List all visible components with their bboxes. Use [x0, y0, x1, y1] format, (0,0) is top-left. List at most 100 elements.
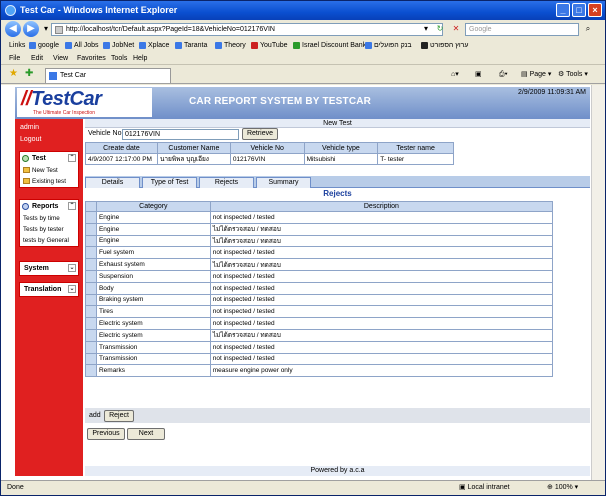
column-header: Vehicle No [229, 142, 305, 154]
add-favorites-icon[interactable]: ✚ [25, 68, 33, 79]
minimize-button[interactable]: _ [556, 3, 570, 17]
collapse-icon[interactable]: ⌃ [68, 202, 76, 210]
link-xplace[interactable]: Xplace [139, 39, 169, 52]
table-row[interactable]: Braking system not inspected / tested [85, 293, 554, 307]
link-youtube[interactable]: YouTube [251, 39, 288, 52]
table-cell: not inspected / tested [209, 211, 554, 224]
column-header: Description [209, 201, 554, 212]
tab-rejects[interactable]: Rejects [199, 177, 254, 188]
ie-icon [5, 5, 16, 16]
page-menu[interactable]: ▤ Page ▾ [521, 69, 551, 81]
row-selector[interactable] [85, 246, 97, 260]
expand-icon[interactable]: ⌄ [68, 285, 76, 293]
row-selector[interactable] [85, 352, 97, 366]
logout-link[interactable]: Logout [20, 136, 41, 143]
link-taranta[interactable]: Taranta [175, 39, 207, 52]
row-selector[interactable] [85, 281, 97, 295]
url-input[interactable]: http://localhost/tcr/Default.aspx?PageId… [51, 23, 443, 36]
menu-favorites[interactable]: Favorites [77, 52, 106, 65]
menu-file[interactable]: File [9, 52, 20, 65]
next-button[interactable]: Next [127, 428, 165, 440]
url-dropdown-icon[interactable]: ▾ [421, 23, 431, 36]
table-cell: Fuel system [95, 246, 211, 260]
menu-edit[interactable]: Edit [31, 52, 43, 65]
row-selector[interactable] [85, 211, 97, 224]
table-row[interactable]: Fuel system not inspected / tested [85, 246, 554, 260]
row-selector[interactable] [85, 305, 97, 319]
table-row[interactable]: Engine not inspected / tested [85, 211, 554, 224]
table-row[interactable]: Suspension not inspected / tested [85, 269, 554, 283]
link-theory[interactable]: Theory [215, 39, 246, 52]
table-row[interactable]: Tires not inspected / tested [85, 305, 554, 319]
logo-tagline: The Ultimate Car Inspection [33, 110, 95, 116]
row-selector[interactable] [85, 293, 97, 307]
reject-button[interactable]: Reject [104, 410, 134, 422]
search-input[interactable]: Google [465, 23, 579, 36]
menu-tools[interactable]: Tools [111, 52, 127, 65]
row-selector[interactable] [85, 317, 97, 330]
menu-help[interactable]: Help [133, 52, 147, 65]
user-name: admin [20, 124, 40, 131]
sidebar-item-tests-by-tester[interactable]: Tests by tester [20, 224, 78, 235]
history-dropdown-icon[interactable]: ▾ [41, 23, 51, 36]
previous-button[interactable]: Previous [87, 428, 125, 440]
link-sport-channel[interactable]: ערוץ הספורט [421, 39, 468, 52]
translation-panel-header[interactable]: Translation ⌄ [20, 283, 78, 296]
print-icon[interactable]: ⎙▾ [499, 69, 508, 81]
link-israel-discount-bank[interactable]: Israel Discount Bank [293, 39, 366, 52]
tab-summary[interactable]: Summary [256, 177, 311, 188]
refresh-icon[interactable]: ↻ [435, 23, 445, 36]
add-reject-bar: add Reject [85, 408, 590, 423]
table-row[interactable]: Exhaust system ไม่ได้ตรวจสอบ / ทดสอบ [85, 258, 554, 271]
maximize-button[interactable]: □ [572, 3, 586, 17]
retrieve-button[interactable]: Retrieve [242, 128, 278, 140]
table-row[interactable]: Remarks measure engine power only [85, 364, 554, 378]
stop-icon[interactable]: ✕ [451, 23, 461, 36]
table-row[interactable]: Electric system ไม่ได้ตรวจสอบ / ทดสอบ [85, 328, 554, 342]
row-selector[interactable] [85, 222, 97, 236]
sidebar-item-tests-by-time[interactable]: Tests by time [20, 213, 78, 224]
link-google[interactable]: google [29, 39, 59, 52]
close-button[interactable]: × [588, 3, 602, 17]
reports-panel-header[interactable]: Reports ⌃ [20, 200, 78, 213]
home-icon[interactable]: ⌂▾ [451, 69, 459, 81]
test-panel-header[interactable]: Test ⌃ [20, 152, 78, 165]
sidebar-item-tests-by-general[interactable]: tests by General [20, 235, 78, 246]
row-selector[interactable] [85, 328, 97, 342]
back-button[interactable]: ◀ [5, 21, 21, 37]
table-row[interactable]: Engine ไม่ได้ตรวจสอบ / ทดสอบ [85, 222, 554, 236]
row-selector[interactable] [85, 364, 97, 378]
feeds-icon[interactable]: ▣ [475, 69, 482, 81]
table-row[interactable]: Electric system not inspected / tested [85, 317, 554, 330]
favorites-star-icon[interactable]: ★ [9, 68, 18, 79]
table-row[interactable]: Engine ไม่ได้ตรวจสอบ / ทดสอบ [85, 234, 554, 248]
table-row[interactable]: Transmission not inspected / tested [85, 340, 554, 354]
sidebar-item-existing-test[interactable]: Existing test [20, 176, 78, 187]
search-icon[interactable]: ⌕ [583, 23, 593, 36]
zoom-control[interactable]: ⊕ 100% ▾ [547, 481, 578, 495]
tab-type-of-test[interactable]: Type of Test [142, 177, 197, 188]
row-selector[interactable] [85, 269, 97, 283]
vertical-scrollbar[interactable] [591, 85, 605, 480]
table-cell: 4/9/2007 12:17:00 PM [85, 153, 158, 165]
tools-menu[interactable]: ⚙ Tools ▾ [558, 69, 588, 81]
table-row[interactable]: Body not inspected / tested [85, 281, 554, 295]
forward-button[interactable]: ▶ [23, 21, 39, 37]
tab-details[interactable]: Details [85, 177, 140, 188]
table-row[interactable]: Transmission not inspected / tested [85, 352, 554, 366]
collapse-icon[interactable]: ⌃ [68, 154, 76, 162]
row-selector[interactable] [85, 340, 97, 354]
add-label: add [89, 412, 101, 419]
menu-view[interactable]: View [53, 52, 68, 65]
link-all-jobs[interactable]: All Jobs [65, 39, 99, 52]
sidebar-item-new-test[interactable]: New Test [20, 165, 78, 176]
link-bank-hapoalim[interactable]: בנק הפועלים [365, 39, 412, 52]
vehicle-no-input[interactable]: 012176VIN [122, 129, 239, 140]
tab-test-car[interactable]: Test Car [45, 68, 171, 83]
system-panel-header[interactable]: System ⌄ [20, 262, 78, 275]
row-selector[interactable] [85, 258, 97, 271]
table-cell: not inspected / tested [209, 340, 554, 354]
expand-icon[interactable]: ⌄ [68, 264, 76, 272]
row-selector[interactable] [85, 234, 97, 248]
link-jobnet[interactable]: JobNet [103, 39, 134, 52]
